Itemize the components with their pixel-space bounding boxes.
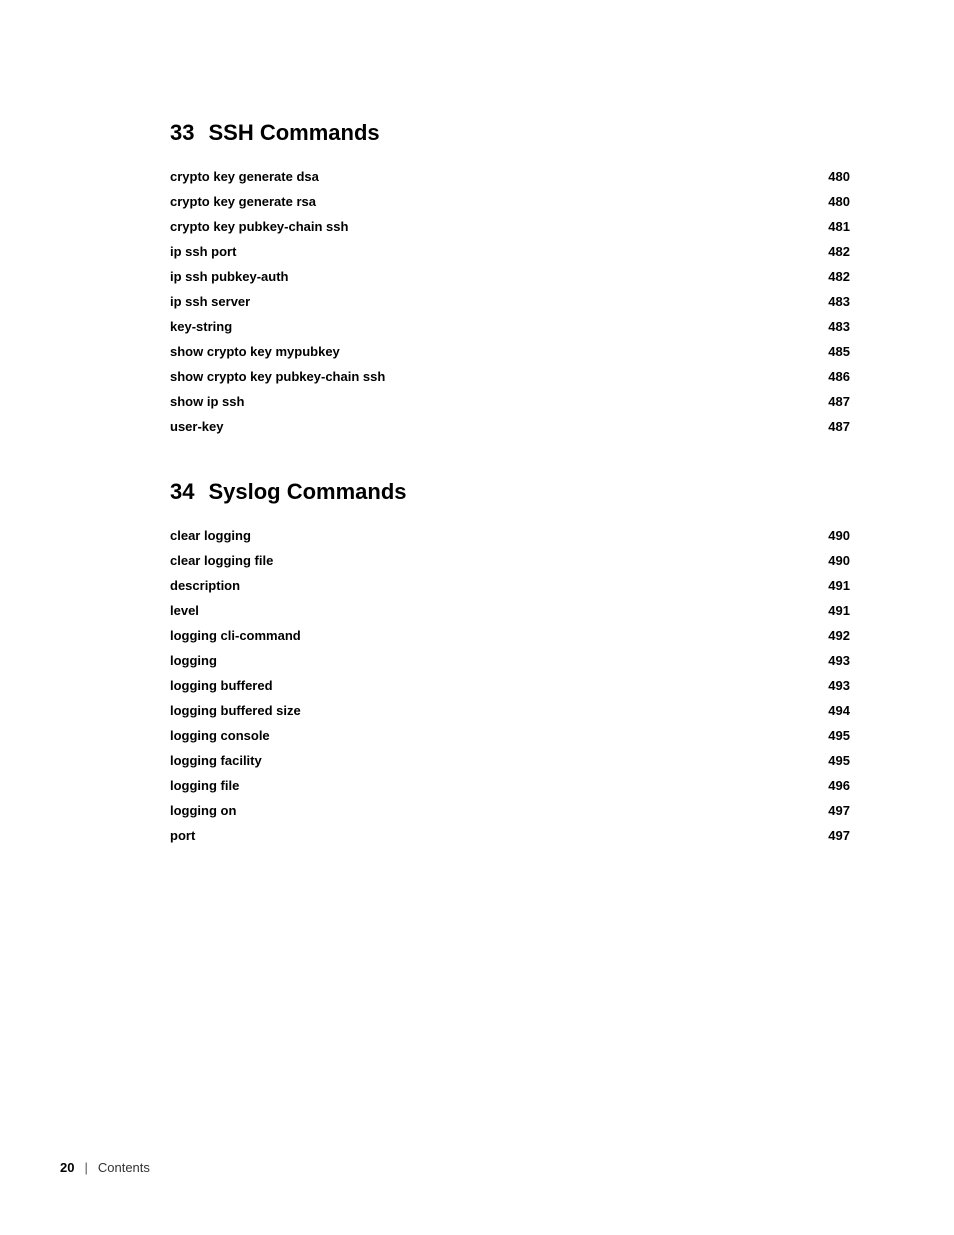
entry-page: 486: [790, 364, 850, 389]
table-row: crypto key pubkey-chain ssh 481: [170, 214, 850, 239]
footer: 20 | Contents: [0, 1160, 954, 1175]
page-container: 33 SSH Commands crypto key generate dsa …: [0, 0, 954, 968]
table-row: crypto key generate dsa 480: [170, 164, 850, 189]
table-row: logging cli-command 492: [170, 623, 850, 648]
entry-name: clear logging: [170, 523, 790, 548]
entry-name: crypto key generate rsa: [170, 189, 790, 214]
entry-page: 494: [790, 698, 850, 723]
entry-page: 480: [790, 164, 850, 189]
entry-page: 496: [790, 773, 850, 798]
entry-name: crypto key generate dsa: [170, 164, 790, 189]
table-row: level 491: [170, 598, 850, 623]
section-34-table: clear logging 490 clear logging file 490…: [170, 523, 850, 848]
table-row: show ip ssh 487: [170, 389, 850, 414]
section-34-title: Syslog Commands: [208, 479, 406, 505]
table-row: logging buffered 493: [170, 673, 850, 698]
entry-name: description: [170, 573, 790, 598]
entry-page: 493: [790, 648, 850, 673]
entry-page: 483: [790, 314, 850, 339]
section-33-title: SSH Commands: [208, 120, 379, 146]
entry-page: 490: [790, 523, 850, 548]
table-row: ip ssh port 482: [170, 239, 850, 264]
entry-name: ip ssh server: [170, 289, 790, 314]
entry-name: ip ssh port: [170, 239, 790, 264]
entry-page: 497: [790, 823, 850, 848]
entry-name: crypto key pubkey-chain ssh: [170, 214, 790, 239]
entry-name: logging: [170, 648, 790, 673]
table-row: logging facility 495: [170, 748, 850, 773]
entry-page: 491: [790, 598, 850, 623]
entry-name: logging buffered: [170, 673, 790, 698]
entry-name: user-key: [170, 414, 790, 439]
entry-page: 490: [790, 548, 850, 573]
entry-name: ip ssh pubkey-auth: [170, 264, 790, 289]
entry-name: logging facility: [170, 748, 790, 773]
section-33: 33 SSH Commands crypto key generate dsa …: [170, 120, 850, 439]
entry-page: 487: [790, 389, 850, 414]
section-33-number: 33: [170, 120, 194, 146]
footer-page-number: 20: [60, 1160, 74, 1175]
entry-page: 482: [790, 264, 850, 289]
entry-page: 485: [790, 339, 850, 364]
table-row: description 491: [170, 573, 850, 598]
entry-page: 481: [790, 214, 850, 239]
footer-separator: |: [84, 1160, 87, 1175]
entry-name: logging file: [170, 773, 790, 798]
table-row: key-string 483: [170, 314, 850, 339]
table-row: logging on 497: [170, 798, 850, 823]
entry-page: 480: [790, 189, 850, 214]
entry-page: 491: [790, 573, 850, 598]
entry-name: logging console: [170, 723, 790, 748]
entry-name: level: [170, 598, 790, 623]
entry-page: 483: [790, 289, 850, 314]
table-row: user-key 487: [170, 414, 850, 439]
entry-page: 495: [790, 748, 850, 773]
section-34-number: 34: [170, 479, 194, 505]
table-row: logging file 496: [170, 773, 850, 798]
entry-name: show crypto key pubkey-chain ssh: [170, 364, 790, 389]
entry-name: show crypto key mypubkey: [170, 339, 790, 364]
entry-name: logging on: [170, 798, 790, 823]
section-33-table: crypto key generate dsa 480 crypto key g…: [170, 164, 850, 439]
table-row: logging console 495: [170, 723, 850, 748]
section-34: 34 Syslog Commands clear logging 490 cle…: [170, 479, 850, 848]
footer-label: Contents: [98, 1160, 150, 1175]
entry-name: logging cli-command: [170, 623, 790, 648]
table-row: show crypto key pubkey-chain ssh 486: [170, 364, 850, 389]
entry-name: clear logging file: [170, 548, 790, 573]
entry-page: 492: [790, 623, 850, 648]
entry-page: 482: [790, 239, 850, 264]
entry-page: 487: [790, 414, 850, 439]
entry-name: show ip ssh: [170, 389, 790, 414]
table-row: ip ssh pubkey-auth 482: [170, 264, 850, 289]
table-row: clear logging 490: [170, 523, 850, 548]
table-row: logging 493: [170, 648, 850, 673]
table-row: ip ssh server 483: [170, 289, 850, 314]
table-row: port 497: [170, 823, 850, 848]
entry-page: 497: [790, 798, 850, 823]
section-34-header: 34 Syslog Commands: [170, 479, 850, 505]
entry-name: key-string: [170, 314, 790, 339]
entry-page: 493: [790, 673, 850, 698]
entry-name: logging buffered size: [170, 698, 790, 723]
entry-page: 495: [790, 723, 850, 748]
table-row: show crypto key mypubkey 485: [170, 339, 850, 364]
table-row: logging buffered size 494: [170, 698, 850, 723]
table-row: clear logging file 490: [170, 548, 850, 573]
entry-name: port: [170, 823, 790, 848]
section-33-header: 33 SSH Commands: [170, 120, 850, 146]
table-row: crypto key generate rsa 480: [170, 189, 850, 214]
